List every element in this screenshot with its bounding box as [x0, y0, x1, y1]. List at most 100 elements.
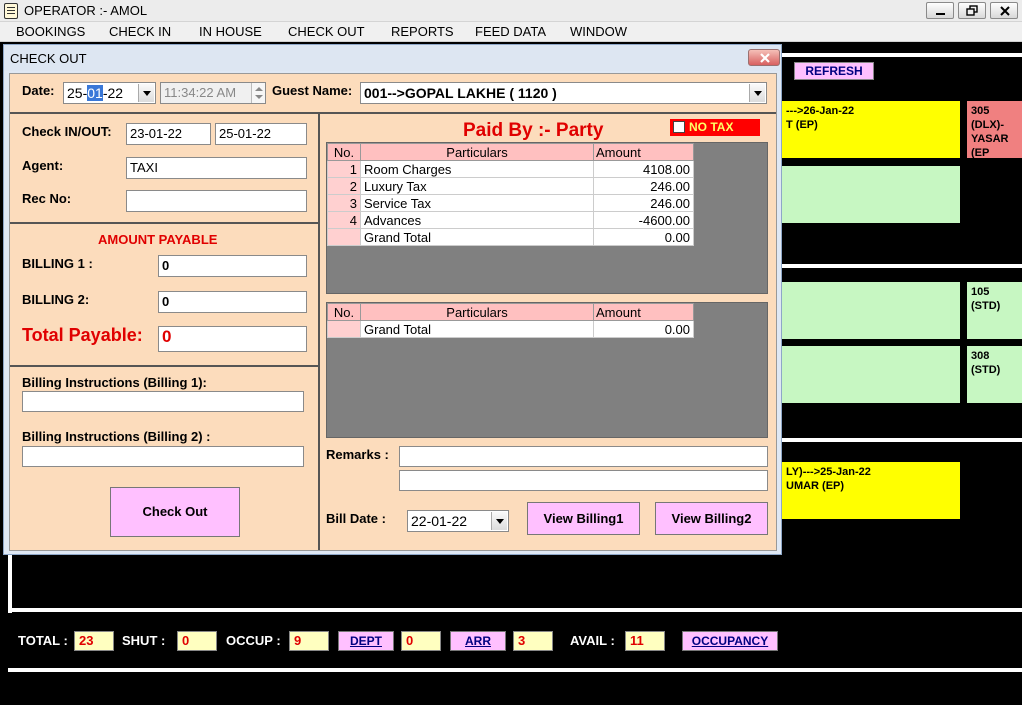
view-billing1-button[interactable]: View Billing1	[527, 502, 640, 535]
menu-feed-data[interactable]: FEED DATA	[475, 24, 546, 39]
chevron-down-icon[interactable]	[138, 84, 154, 102]
spinner-icon[interactable]	[251, 83, 265, 103]
refresh-button[interactable]: REFRESH	[794, 62, 874, 80]
table-row[interactable]: Grand Total 0.00	[327, 228, 694, 246]
no-tax-label: NO TAX	[689, 120, 734, 134]
menu-in-house[interactable]: IN HOUSE	[199, 24, 262, 39]
billing2-label: BILLING 2:	[22, 292, 90, 307]
avail-value: 11	[625, 631, 665, 651]
occup-value: 9	[289, 631, 329, 651]
room-tile[interactable]: 305 (DLX)- YASAR (EP	[967, 101, 1022, 159]
view-billing2-button[interactable]: View Billing2	[655, 502, 768, 535]
guest-name-label: Guest Name:	[272, 83, 353, 98]
total-payable-label: Total Payable:	[22, 325, 143, 345]
dialog-close-icon[interactable]	[748, 49, 780, 66]
billing2-field[interactable]: 0	[158, 291, 307, 313]
room-line: 305 (DLX)-	[971, 105, 1004, 131]
agent-field[interactable]: TAXI	[126, 157, 307, 179]
no-tax-toggle[interactable]: NO TAX	[670, 119, 760, 136]
arr-button[interactable]: ARR	[450, 631, 506, 651]
billing-instructions1-label: Billing Instructions (Billing 1):	[22, 375, 207, 390]
rec-no-field[interactable]	[126, 190, 307, 212]
menu-window[interactable]: WINDOW	[570, 24, 627, 39]
table-row[interactable]: Grand Total 0.00	[327, 320, 694, 338]
room-tile[interactable]: 308 (STD)	[967, 346, 1022, 403]
chevron-down-icon[interactable]	[749, 84, 765, 102]
row-amount: 246.00	[593, 177, 694, 195]
divider	[318, 112, 320, 550]
restore-button[interactable]	[958, 2, 986, 19]
table-row[interactable]: 3 Service Tax 246.00	[327, 194, 694, 212]
check-in-field[interactable]: 23-01-22	[126, 123, 211, 145]
remarks-field-1[interactable]	[399, 446, 768, 467]
row-amount: 246.00	[593, 194, 694, 212]
room-tile[interactable]: --->26-Jan-22 T (EP)	[782, 101, 960, 158]
dept-value: 0	[401, 631, 441, 651]
shut-value: 0	[177, 631, 217, 651]
billing-grid: No. Particulars Amount Grand Total 0.00	[326, 302, 768, 438]
table-row[interactable]: 2 Luxury Tax 246.00	[327, 177, 694, 195]
total-value: 23	[74, 631, 114, 651]
room-line: T (EP)	[786, 119, 818, 131]
guest-name-select[interactable]: 001-->GOPAL LAKHE ( 1120 )	[360, 82, 767, 104]
occupancy-button[interactable]: OCCUPANCY	[682, 631, 778, 651]
bill-date-picker[interactable]: 22-01-22	[407, 510, 509, 532]
room-line: --->26-Jan-22	[786, 105, 855, 117]
row-no	[327, 320, 361, 338]
amount-payable-title: AMOUNT PAYABLE	[98, 232, 218, 247]
room-tile[interactable]	[782, 166, 960, 223]
rec-no-label: Rec No:	[22, 191, 72, 206]
room-tile[interactable]	[782, 346, 960, 403]
row-particular: Grand Total	[360, 228, 594, 246]
total-payable-field: 0	[158, 326, 307, 352]
col-particulars-header: Particulars	[360, 303, 594, 321]
minimize-button[interactable]	[926, 2, 954, 19]
app-icon	[4, 3, 18, 19]
occup-label: OCCUP :	[226, 633, 281, 648]
check-out-button[interactable]: Check Out	[110, 487, 240, 537]
table-row[interactable]: 4 Advances -4600.00	[327, 211, 694, 229]
menu-reports[interactable]: REPORTS	[391, 24, 454, 39]
row-particular: Advances	[360, 211, 594, 229]
menu-check-in[interactable]: CHECK IN	[109, 24, 171, 39]
row-no: 3	[327, 194, 361, 212]
chevron-down-icon[interactable]	[491, 512, 507, 530]
billing-instructions2-field[interactable]	[22, 446, 304, 467]
col-amount-header: Amount	[593, 143, 694, 161]
bill-date-label: Bill Date :	[326, 511, 386, 526]
time-value: 11:34:22 AM	[164, 85, 237, 100]
room-tile[interactable]	[782, 282, 960, 339]
divider	[10, 365, 320, 367]
divider	[10, 222, 320, 224]
avail-label: AVAIL :	[570, 633, 615, 648]
date-picker[interactable]: 25-01-22	[63, 82, 156, 104]
row-no: 1	[327, 160, 361, 178]
col-amount-header: Amount	[593, 303, 694, 321]
menu-check-out[interactable]: CHECK OUT	[288, 24, 365, 39]
dept-button[interactable]: DEPT	[338, 631, 394, 651]
dialog-caption: CHECK OUT	[4, 45, 781, 71]
billing1-field[interactable]: 0	[158, 255, 307, 277]
room-tile[interactable]: LY)--->25-Jan-22 UMAR (EP)	[782, 462, 960, 519]
room-line: 105 (STD)	[971, 286, 1001, 312]
no-tax-checkbox[interactable]	[673, 121, 685, 133]
close-icon[interactable]	[990, 2, 1018, 19]
shut-label: SHUT :	[122, 633, 166, 648]
table-row[interactable]: 1 Room Charges 4108.00	[327, 160, 694, 178]
charges-grid: No. Particulars Amount 1 Room Charges 4108…	[326, 142, 768, 294]
paid-by-label: Paid By :- Party	[463, 120, 604, 141]
menu-bookings[interactable]: BOOKINGS	[16, 24, 85, 39]
billing-instructions2-label: Billing Instructions (Billing 2) :	[22, 429, 211, 444]
row-particular: Service Tax	[360, 194, 594, 212]
date-label: Date:	[22, 83, 55, 98]
row-amount: -4600.00	[593, 211, 694, 229]
remarks-field-2[interactable]	[399, 470, 768, 491]
room-line: YASAR (EP	[971, 133, 1009, 159]
divider	[8, 668, 1022, 672]
check-out-field[interactable]: 25-01-22	[215, 123, 307, 145]
arr-value: 3	[513, 631, 553, 651]
room-tile[interactable]: 105 (STD)	[967, 282, 1022, 339]
menu-bar: BOOKINGS CHECK IN IN HOUSE CHECK OUT REP…	[0, 22, 1022, 42]
billing-instructions1-field[interactable]	[22, 391, 304, 412]
checkout-dialog: CHECK OUT Date: 25-01-22 11:34:22 AM Gue…	[3, 44, 782, 555]
